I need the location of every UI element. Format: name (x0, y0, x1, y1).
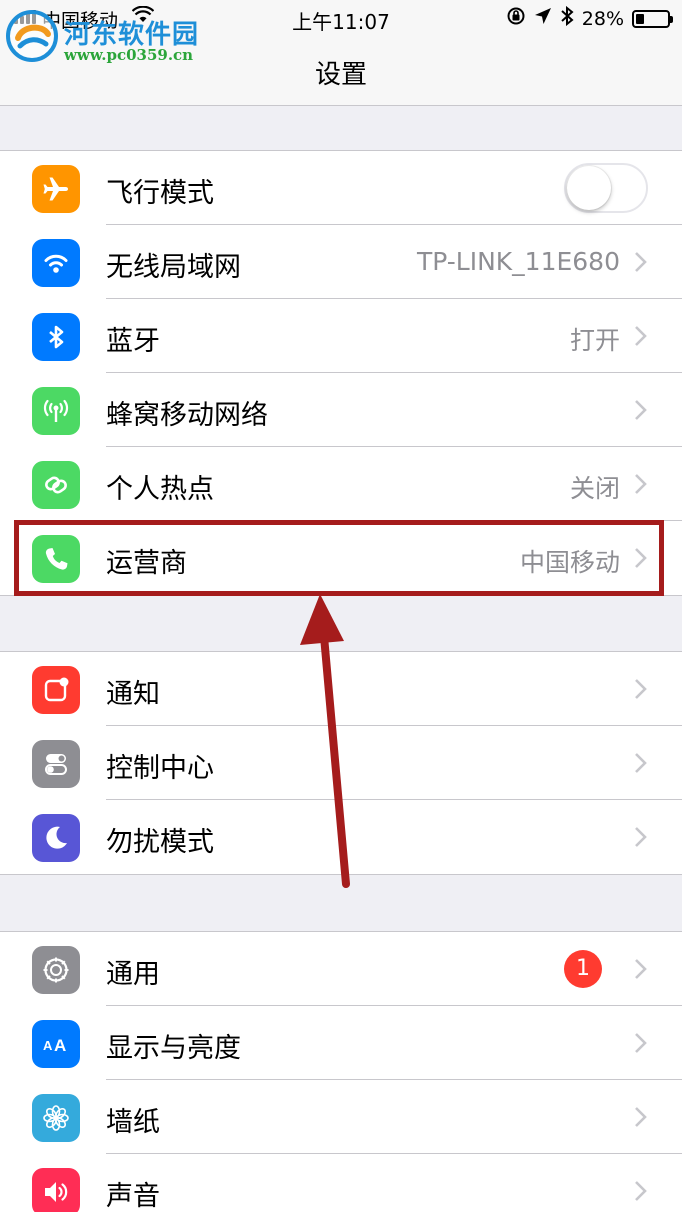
chevron-right-icon (630, 324, 652, 348)
row-label: 墙纸 (106, 1107, 160, 1138)
row-value: 打开 (569, 326, 620, 355)
chevron-right-icon (630, 472, 652, 496)
watermark-url: www.pc0359.cn (64, 46, 194, 64)
row-label: 个人热点 (106, 474, 214, 505)
row-label: 蓝牙 (106, 326, 160, 357)
flower-icon (32, 1094, 80, 1142)
chevron-right-icon (630, 1031, 652, 1055)
row-label: 控制中心 (106, 753, 214, 784)
row-cellular[interactable]: 蜂窝移动网络 (0, 373, 682, 447)
chevron-right-icon (630, 677, 652, 701)
row-label: 声音 (106, 1181, 160, 1212)
airplane-mode-toggle[interactable] (564, 163, 648, 213)
chevron-right-icon (630, 250, 652, 274)
watermark: 河东软件园 www.pc0359.cn (2, 4, 212, 66)
row-label: 勿扰模式 (106, 827, 214, 858)
svg-text:A: A (43, 1038, 53, 1053)
chevron-right-icon (630, 751, 652, 775)
chevron-right-icon (630, 957, 652, 981)
chevron-right-icon (630, 1179, 652, 1203)
battery-icon (632, 9, 673, 28)
airplane-icon (32, 165, 80, 213)
svg-text:A: A (54, 1036, 66, 1055)
moon-icon (32, 814, 80, 862)
row-value: 关闭 (569, 474, 620, 503)
row-wallpaper[interactable]: 墙纸 (0, 1080, 682, 1154)
row-general[interactable]: 通用 1 (0, 932, 682, 1006)
control-center-icon (32, 740, 80, 788)
row-label: 蜂窝移动网络 (106, 400, 268, 431)
row-label: 无线局域网 (106, 252, 241, 283)
status-right: 28% (506, 5, 673, 31)
row-label: 通用 (106, 959, 160, 990)
bluetooth-status-icon (560, 5, 574, 31)
speaker-icon (32, 1168, 80, 1212)
bluetooth-icon (32, 313, 80, 361)
chevron-right-icon (630, 825, 652, 849)
row-wlan[interactable]: 无线局域网 TP-LINK_11E680 (0, 225, 682, 299)
notifications-icon (32, 666, 80, 714)
hotspot-link-icon (32, 461, 80, 509)
row-label: 通知 (106, 679, 160, 710)
cellular-antenna-icon (32, 387, 80, 435)
wifi-icon (32, 239, 80, 287)
orientation-lock-icon (506, 6, 526, 31)
row-sounds[interactable]: 声音 (0, 1154, 682, 1212)
location-icon (534, 7, 552, 30)
annotation-highlight-box (14, 520, 664, 596)
row-value: TP-LINK_11E680 (416, 247, 620, 276)
row-display-brightness[interactable]: AA 显示与亮度 (0, 1006, 682, 1080)
row-control-center[interactable]: 控制中心 (0, 726, 682, 800)
watermark-logo-icon (6, 10, 58, 62)
text-size-icon: AA (32, 1020, 80, 1068)
chevron-right-icon (630, 398, 652, 422)
row-do-not-disturb[interactable]: 勿扰模式 (0, 800, 682, 874)
settings-group-general: 通用 1 AA 显示与亮度 墙纸 声音 (0, 931, 682, 1212)
row-label: 显示与亮度 (106, 1033, 241, 1064)
chevron-right-icon (630, 1105, 652, 1129)
row-notifications[interactable]: 通知 (0, 652, 682, 726)
row-bluetooth[interactable]: 蓝牙 打开 (0, 299, 682, 373)
row-airplane-mode[interactable]: 飞行模式 (0, 151, 682, 225)
battery-percent: 28% (581, 7, 624, 30)
update-badge: 1 (564, 950, 602, 988)
row-label: 飞行模式 (106, 178, 214, 209)
gear-icon (32, 946, 80, 994)
settings-group-notifications: 通知 控制中心 勿扰模式 (0, 651, 682, 875)
row-personal-hotspot[interactable]: 个人热点 关闭 (0, 447, 682, 521)
